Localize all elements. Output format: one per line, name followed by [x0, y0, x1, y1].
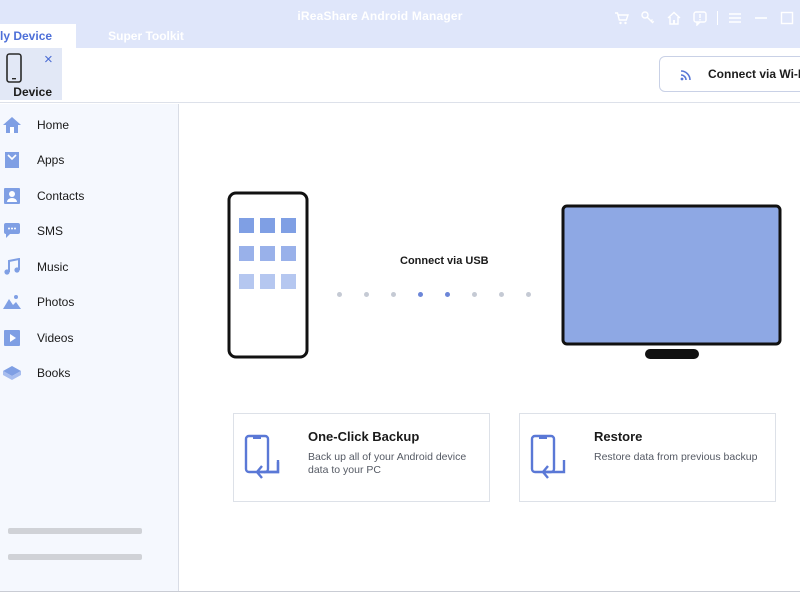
close-icon[interactable]: ×	[44, 52, 53, 67]
restore-icon	[530, 434, 566, 479]
sidebar-item-label: Music	[37, 260, 69, 274]
sidebar-item-apps[interactable]: Apps	[0, 145, 178, 175]
sidebar-item-label: Photos	[37, 295, 75, 309]
card-description: Restore data from previous backup	[594, 451, 758, 463]
sidebar-item-label: Home	[37, 118, 70, 132]
sidebar-item-label: SMS	[37, 224, 64, 238]
videos-icon	[4, 330, 20, 346]
photos-icon	[3, 295, 21, 309]
title-separator	[717, 11, 718, 25]
sms-icon	[4, 223, 20, 238]
device-label: Device	[13, 85, 52, 99]
tab-my-device[interactable]: ly Device	[0, 24, 76, 48]
sidebar-item-label: Contacts	[37, 189, 85, 203]
minimize-icon[interactable]	[748, 8, 774, 28]
progress-dot	[445, 292, 450, 297]
tab-super-toolkit[interactable]: Super Toolkit	[96, 24, 196, 48]
sidebar-item-sms[interactable]: SMS	[0, 216, 178, 246]
app-window: iReaShare Android Manager ly Device Supe…	[0, 0, 800, 592]
progress-dot	[472, 292, 477, 297]
music-icon	[4, 258, 20, 275]
connection-label: Connect via USB	[400, 255, 489, 267]
progress-dot	[364, 292, 369, 297]
backup-icon	[244, 434, 280, 479]
sidebar-item-music[interactable]: Music	[0, 252, 178, 282]
card-title: Restore	[594, 429, 643, 444]
home-icon[interactable]	[661, 8, 687, 28]
menu-icon[interactable]	[722, 8, 748, 28]
progress-dot	[526, 292, 531, 297]
progress-dot	[418, 292, 423, 297]
phone-icon	[6, 53, 22, 83]
sidebar: Home Apps Contacts SMS Music Photos Vide…	[0, 104, 179, 591]
progress-dot	[337, 292, 342, 297]
sidebar-placeholder-bar	[8, 554, 142, 560]
sidebar-item-videos[interactable]: Videos	[0, 323, 178, 353]
card-description: Back up all of your Android device data …	[308, 451, 467, 476]
card-title: One-Click Backup	[308, 429, 420, 444]
progress-dot	[499, 292, 504, 297]
one-click-backup-card[interactable]: One-Click Backup Back up all of your And…	[233, 413, 490, 502]
apps-icon	[5, 152, 19, 168]
maximize-icon[interactable]	[774, 8, 800, 28]
sidebar-item-photos[interactable]: Photos	[0, 287, 178, 317]
key-icon[interactable]	[635, 8, 661, 28]
sidebar-item-label: Apps	[37, 153, 65, 167]
title-bar: iReaShare Android Manager ly Device Supe…	[0, 0, 800, 48]
connect-wifi-button[interactable]: Connect via Wi-F	[659, 56, 800, 92]
sidebar-item-label: Videos	[37, 331, 74, 345]
sidebar-item-label: Books	[37, 366, 71, 380]
sidebar-item-contacts[interactable]: Contacts	[0, 181, 178, 211]
device-bar: × Device Connect via Wi-F	[0, 48, 800, 103]
home-icon	[3, 117, 21, 133]
progress-dot	[391, 292, 396, 297]
sidebar-item-books[interactable]: Books	[0, 358, 178, 388]
books-icon	[3, 366, 21, 380]
feedback-icon[interactable]	[687, 8, 713, 28]
contacts-icon	[4, 188, 20, 204]
phone-illustration	[227, 191, 309, 359]
monitor-illustration	[561, 204, 782, 359]
connect-wifi-label: Connect via Wi-F	[708, 67, 800, 81]
sidebar-item-home[interactable]: Home	[0, 110, 178, 140]
wifi-icon	[680, 70, 691, 81]
cart-icon[interactable]	[609, 8, 635, 28]
title-bar-icons	[609, 8, 800, 28]
restore-card[interactable]: Restore Restore data from previous backu…	[519, 413, 776, 502]
device-card[interactable]: × Device	[0, 48, 62, 100]
sidebar-placeholder-bar	[8, 528, 142, 534]
